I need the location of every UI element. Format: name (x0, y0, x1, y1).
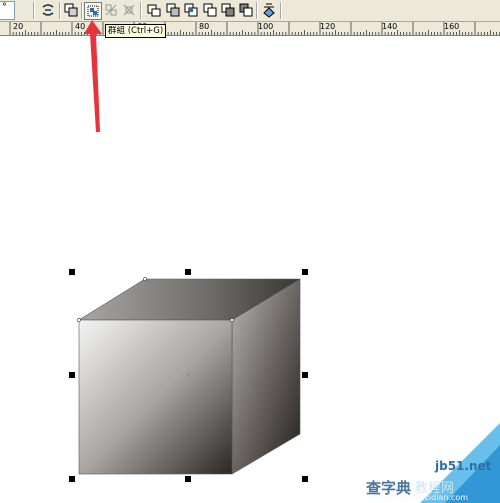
watermark-graphic (420, 423, 500, 503)
watermark-url: jiaocheng.chazidian.com (369, 493, 469, 502)
watermark-domain: jb51.net (435, 459, 492, 473)
